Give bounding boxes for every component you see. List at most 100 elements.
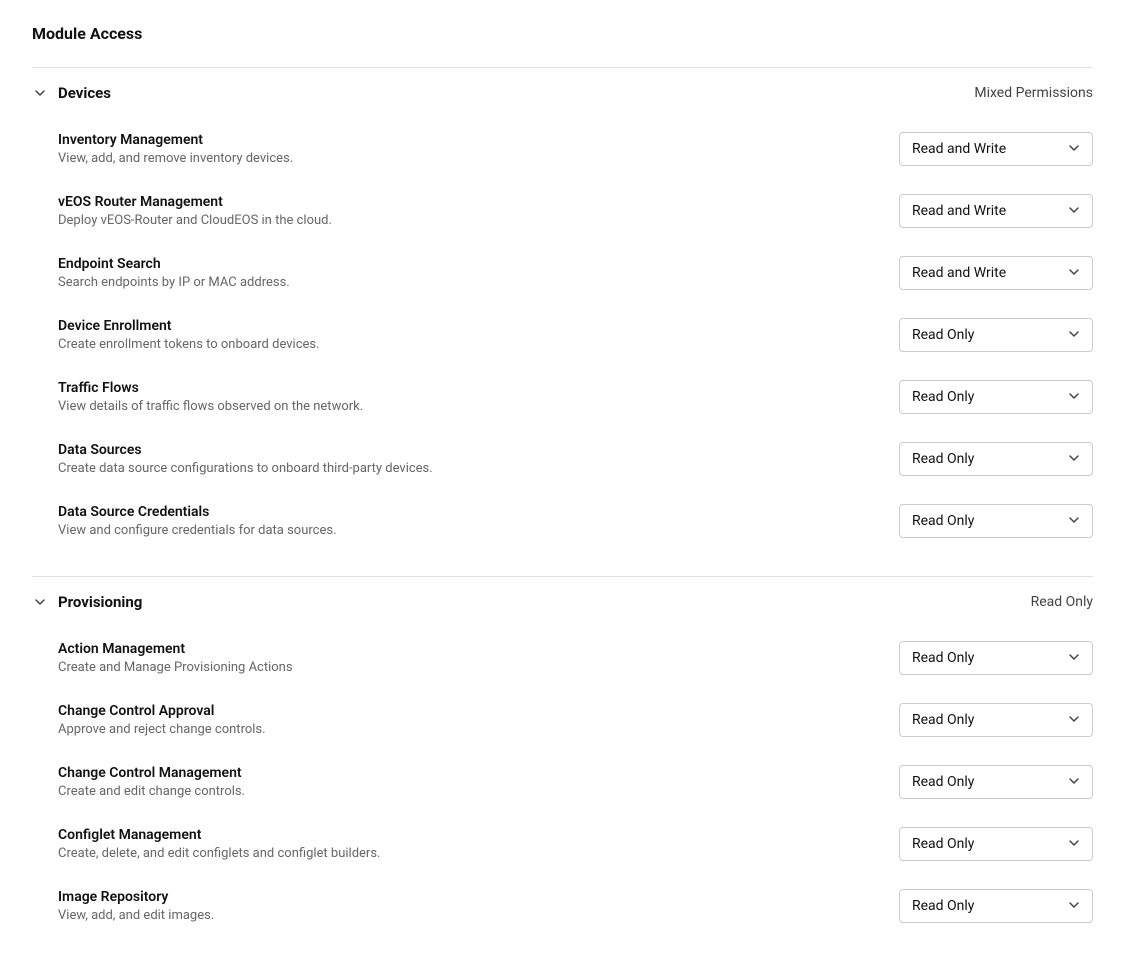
dropdown-chevron-icon-provisioning-3 bbox=[1068, 837, 1080, 852]
list-item: Configlet Management Create, delete, and … bbox=[58, 813, 1093, 875]
permission-dropdown-devices-2[interactable]: Read and Write bbox=[899, 256, 1093, 290]
permission-dropdown-provisioning-2[interactable]: Read Only bbox=[899, 765, 1093, 799]
chevron-down-icon-devices[interactable] bbox=[32, 85, 48, 101]
list-item: Action Management Create and Manage Provi… bbox=[58, 627, 1093, 689]
list-item: Change Control Approval Approve and rejec… bbox=[58, 689, 1093, 751]
dropdown-chevron-icon-devices-2 bbox=[1068, 266, 1080, 281]
section-provisioning: Provisioning Read Only Action Management Cr… bbox=[32, 576, 1093, 945]
permission-value-devices-6: Read Only bbox=[912, 513, 974, 529]
permission-dropdown-devices-4[interactable]: Read Only bbox=[899, 380, 1093, 414]
module-info-provisioning-1: Change Control Approval Approve and rejec… bbox=[58, 703, 899, 737]
dropdown-chevron-icon-provisioning-4 bbox=[1068, 899, 1080, 914]
module-name-devices-3: Device Enrollment bbox=[58, 318, 859, 334]
permission-dropdown-devices-6[interactable]: Read Only bbox=[899, 504, 1093, 538]
module-list-provisioning: Action Management Create and Manage Provi… bbox=[32, 623, 1093, 945]
module-desc-provisioning-1: Approve and reject change controls. bbox=[58, 722, 859, 737]
module-desc-provisioning-4: View, add, and edit images. bbox=[58, 908, 859, 923]
permission-dropdown-provisioning-4[interactable]: Read Only bbox=[899, 889, 1093, 923]
section-permission-summary-provisioning: Read Only bbox=[1031, 594, 1093, 610]
dropdown-chevron-icon-provisioning-1 bbox=[1068, 713, 1080, 728]
module-info-devices-6: Data Source Credentials View and configur… bbox=[58, 504, 899, 538]
permission-dropdown-devices-1[interactable]: Read and Write bbox=[899, 194, 1093, 228]
module-desc-devices-0: View, add, and remove inventory devices. bbox=[58, 151, 859, 166]
module-desc-provisioning-0: Create and Manage Provisioning Actions bbox=[58, 660, 859, 675]
module-name-provisioning-0: Action Management bbox=[58, 641, 859, 657]
module-name-provisioning-1: Change Control Approval bbox=[58, 703, 859, 719]
list-item: Device Enrollment Create enrollment token… bbox=[58, 304, 1093, 366]
permission-value-devices-1: Read and Write bbox=[912, 203, 1006, 219]
permission-dropdown-provisioning-3[interactable]: Read Only bbox=[899, 827, 1093, 861]
module-info-provisioning-3: Configlet Management Create, delete, and … bbox=[58, 827, 899, 861]
permission-value-provisioning-3: Read Only bbox=[912, 836, 974, 852]
page-title: Module Access bbox=[32, 24, 1093, 43]
list-item: Image Repository View, add, and edit imag… bbox=[58, 875, 1093, 937]
section-header-provisioning: Provisioning Read Only bbox=[32, 577, 1093, 623]
chevron-down-icon-provisioning[interactable] bbox=[32, 594, 48, 610]
list-item: Data Sources Create data source configura… bbox=[58, 428, 1093, 490]
module-name-devices-2: Endpoint Search bbox=[58, 256, 859, 272]
module-desc-devices-5: Create data source configurations to onb… bbox=[58, 461, 859, 476]
dropdown-chevron-icon-devices-6 bbox=[1068, 514, 1080, 529]
module-info-provisioning-4: Image Repository View, add, and edit imag… bbox=[58, 889, 899, 923]
module-info-devices-2: Endpoint Search Search endpoints by IP or… bbox=[58, 256, 899, 290]
dropdown-chevron-icon-provisioning-2 bbox=[1068, 775, 1080, 790]
module-name-devices-4: Traffic Flows bbox=[58, 380, 859, 396]
permission-dropdown-provisioning-1[interactable]: Read Only bbox=[899, 703, 1093, 737]
dropdown-chevron-icon-devices-5 bbox=[1068, 452, 1080, 467]
module-info-devices-4: Traffic Flows View details of traffic flo… bbox=[58, 380, 899, 414]
module-info-devices-3: Device Enrollment Create enrollment token… bbox=[58, 318, 899, 352]
module-name-provisioning-3: Configlet Management bbox=[58, 827, 859, 843]
list-item: Endpoint Search Search endpoints by IP or… bbox=[58, 242, 1093, 304]
dropdown-chevron-icon-devices-0 bbox=[1068, 142, 1080, 157]
module-info-devices-5: Data Sources Create data source configura… bbox=[58, 442, 899, 476]
section-title-devices: Devices bbox=[58, 84, 111, 102]
module-info-devices-1: vEOS Router Management Deploy vEOS-Router… bbox=[58, 194, 899, 228]
module-list-devices: Inventory Management View, add, and remov… bbox=[32, 114, 1093, 560]
module-desc-devices-1: Deploy vEOS-Router and CloudEOS in the c… bbox=[58, 213, 859, 228]
dropdown-chevron-icon-devices-3 bbox=[1068, 328, 1080, 343]
permission-value-provisioning-4: Read Only bbox=[912, 898, 974, 914]
permission-dropdown-devices-0[interactable]: Read and Write bbox=[899, 132, 1093, 166]
module-desc-devices-6: View and configure credentials for data … bbox=[58, 523, 859, 538]
permission-dropdown-devices-5[interactable]: Read Only bbox=[899, 442, 1093, 476]
module-name-devices-5: Data Sources bbox=[58, 442, 859, 458]
section-title-provisioning: Provisioning bbox=[58, 593, 142, 611]
module-name-devices-1: vEOS Router Management bbox=[58, 194, 859, 210]
list-item: vEOS Router Management Deploy vEOS-Router… bbox=[58, 180, 1093, 242]
dropdown-chevron-icon-devices-1 bbox=[1068, 204, 1080, 219]
module-desc-devices-3: Create enrollment tokens to onboard devi… bbox=[58, 337, 859, 352]
module-info-devices-0: Inventory Management View, add, and remov… bbox=[58, 132, 899, 166]
section-header-left-devices: Devices bbox=[32, 84, 111, 102]
permission-value-devices-2: Read and Write bbox=[912, 265, 1006, 281]
permission-value-devices-4: Read Only bbox=[912, 389, 974, 405]
dropdown-chevron-icon-provisioning-0 bbox=[1068, 651, 1080, 666]
section-header-devices: Devices Mixed Permissions bbox=[32, 68, 1093, 114]
list-item: Traffic Flows View details of traffic flo… bbox=[58, 366, 1093, 428]
permission-dropdown-devices-3[interactable]: Read Only bbox=[899, 318, 1093, 352]
module-access-container: Devices Mixed Permissions Inventory Manage… bbox=[32, 67, 1093, 945]
module-desc-provisioning-3: Create, delete, and edit configlets and … bbox=[58, 846, 859, 861]
section-devices: Devices Mixed Permissions Inventory Manage… bbox=[32, 67, 1093, 560]
permission-value-devices-3: Read Only bbox=[912, 327, 974, 343]
list-item: Inventory Management View, add, and remov… bbox=[58, 118, 1093, 180]
permission-value-provisioning-2: Read Only bbox=[912, 774, 974, 790]
section-permission-summary-devices: Mixed Permissions bbox=[974, 85, 1093, 101]
module-name-provisioning-4: Image Repository bbox=[58, 889, 859, 905]
list-item: Change Control Management Create and edit… bbox=[58, 751, 1093, 813]
module-info-provisioning-0: Action Management Create and Manage Provi… bbox=[58, 641, 899, 675]
section-header-left-provisioning: Provisioning bbox=[32, 593, 142, 611]
module-name-devices-0: Inventory Management bbox=[58, 132, 859, 148]
module-desc-devices-2: Search endpoints by IP or MAC address. bbox=[58, 275, 859, 290]
permission-value-devices-0: Read and Write bbox=[912, 141, 1006, 157]
module-name-devices-6: Data Source Credentials bbox=[58, 504, 859, 520]
permission-value-devices-5: Read Only bbox=[912, 451, 974, 467]
permission-dropdown-provisioning-0[interactable]: Read Only bbox=[899, 641, 1093, 675]
module-desc-provisioning-2: Create and edit change controls. bbox=[58, 784, 859, 799]
module-desc-devices-4: View details of traffic flows observed o… bbox=[58, 399, 859, 414]
list-item: Data Source Credentials View and configur… bbox=[58, 490, 1093, 552]
dropdown-chevron-icon-devices-4 bbox=[1068, 390, 1080, 405]
permission-value-provisioning-1: Read Only bbox=[912, 712, 974, 728]
module-info-provisioning-2: Change Control Management Create and edit… bbox=[58, 765, 899, 799]
module-name-provisioning-2: Change Control Management bbox=[58, 765, 859, 781]
permission-value-provisioning-0: Read Only bbox=[912, 650, 974, 666]
